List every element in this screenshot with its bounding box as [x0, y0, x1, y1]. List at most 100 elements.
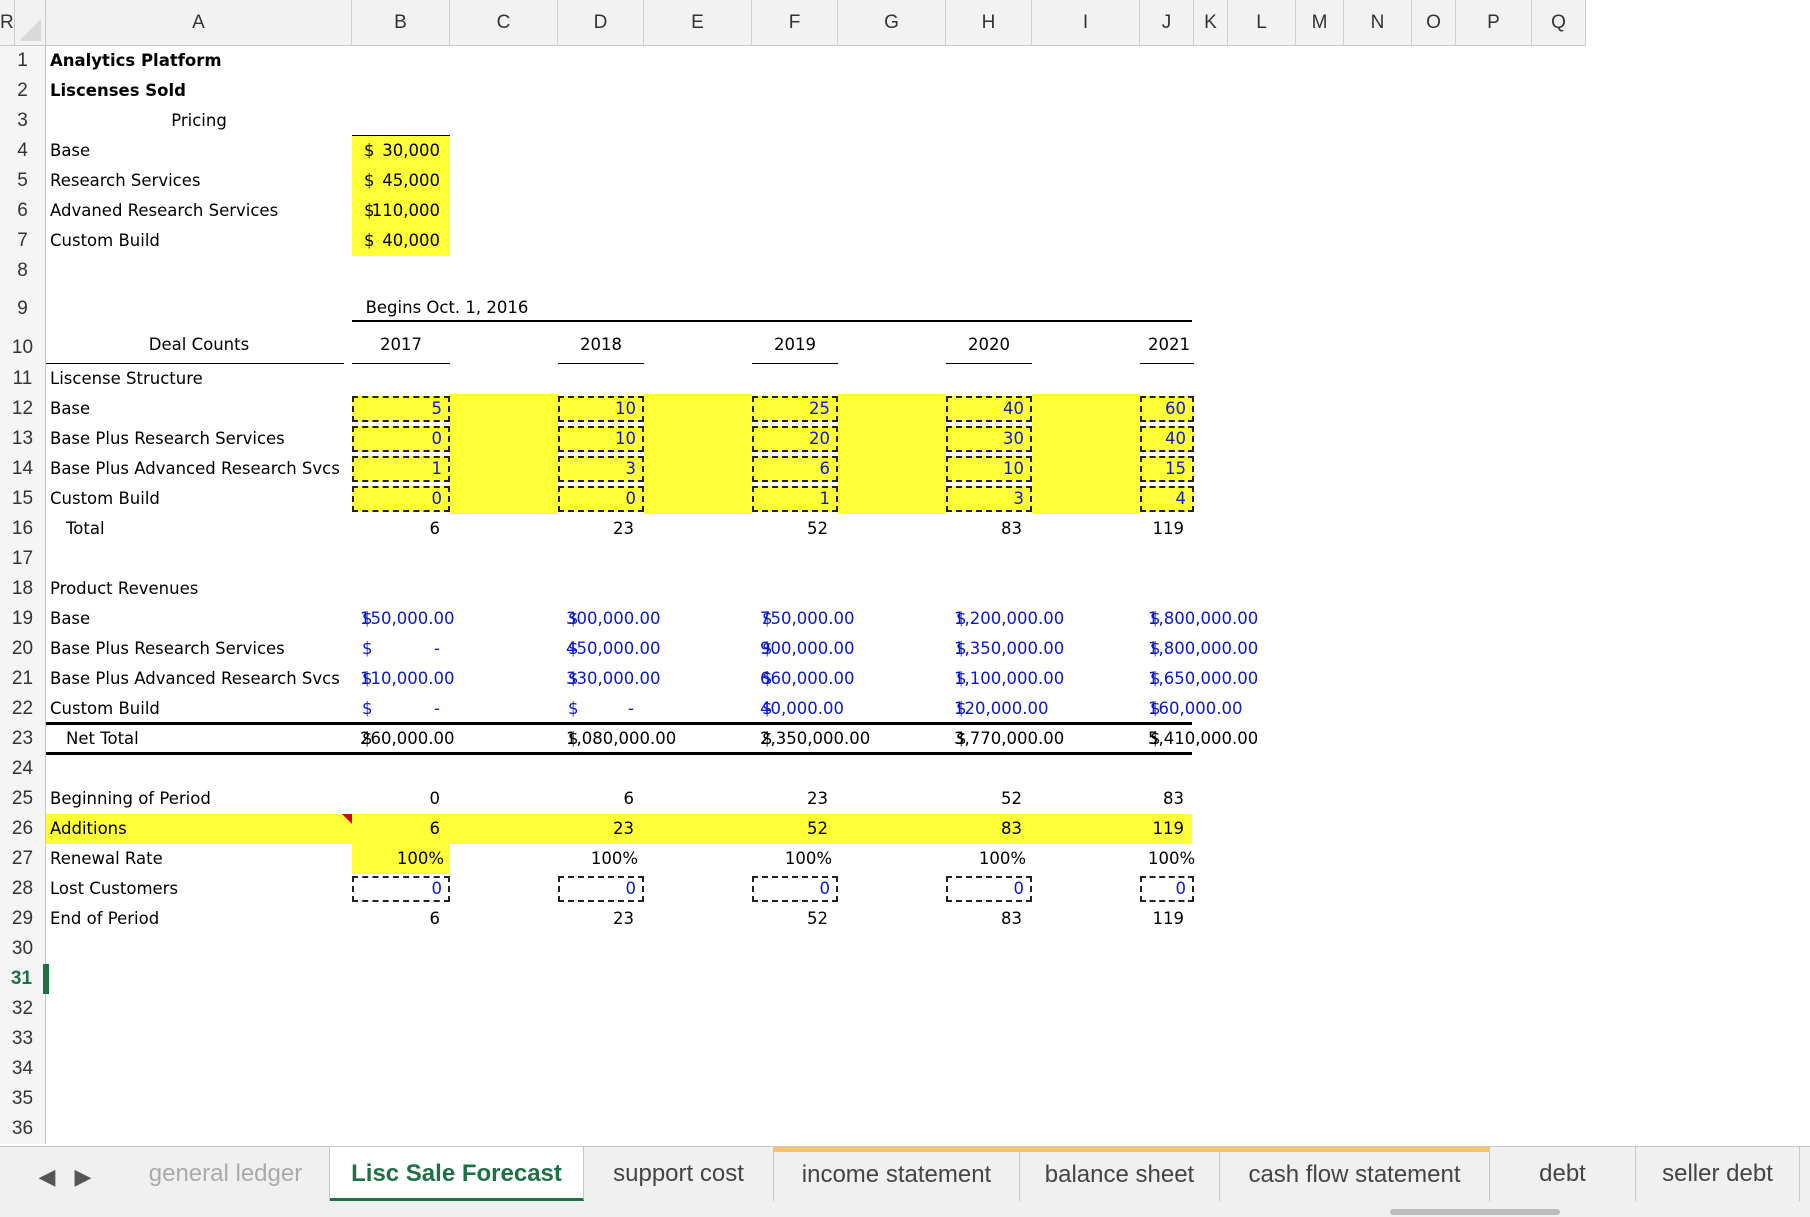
revenue-value[interactable]: 1,650,000.00 — [1140, 664, 1258, 694]
revenue-value[interactable]: 750,000.00 — [752, 604, 854, 634]
beginning-value[interactable]: 23 — [752, 784, 838, 814]
row-header-4[interactable]: 4 — [0, 136, 46, 166]
row-header-28[interactable]: 28 — [0, 874, 46, 904]
pricing-header[interactable]: Pricing — [46, 106, 352, 136]
column-header-h[interactable]: H — [946, 0, 1032, 46]
net-total-value[interactable]: 260,000.00 — [352, 724, 454, 754]
pricing-label[interactable]: Advaned Research Services — [46, 196, 352, 226]
renewal-rate-value[interactable]: 100% — [352, 844, 450, 874]
license-structure-label[interactable]: Liscense Structure — [46, 364, 352, 394]
row-header-10[interactable]: 10 — [0, 322, 46, 364]
next-sheet-arrow-icon[interactable]: ▶ — [66, 1161, 100, 1195]
year-header-2017[interactable]: 2017 — [352, 322, 450, 364]
row-header-29[interactable]: 29 — [0, 904, 46, 934]
deal-count-input[interactable]: 4 — [1140, 486, 1194, 512]
pricing-value[interactable]: 45,000 — [352, 166, 450, 196]
year-header-2019[interactable]: 2019 — [752, 322, 838, 364]
row-header-8[interactable]: 8 — [0, 256, 46, 286]
row-header-3[interactable]: 3 — [0, 106, 46, 136]
column-header-p[interactable]: P — [1456, 0, 1532, 46]
deal-row-label[interactable]: Base Plus Research Services — [46, 424, 352, 454]
row-header-35[interactable]: 35 — [0, 1084, 46, 1114]
row-header-25[interactable]: 25 — [0, 784, 46, 814]
additions-value[interactable]: 6 — [352, 814, 450, 844]
row-header-17[interactable]: 17 — [0, 544, 46, 574]
revenue-value[interactable]: 40,000.00 — [752, 694, 844, 724]
end-of-period-label[interactable]: End of Period — [46, 904, 352, 934]
product-revenues-header[interactable]: Product Revenues — [46, 574, 352, 604]
horizontal-scrollbar[interactable] — [1390, 1209, 1560, 1215]
revenue-value[interactable]: 110,000.00 — [352, 664, 454, 694]
renewal-rate-value[interactable]: 100% — [558, 844, 644, 874]
spreadsheet-grid[interactable]: A B C D E F G H I J K L M N O P Q R 1 2 3 4 5 6 7 8 9 10 11 12 13 14 15 1… — [0, 0, 1810, 1216]
row-header-36[interactable]: 36 — [0, 1114, 46, 1144]
revenue-value[interactable]: - — [558, 694, 644, 724]
beginning-value[interactable]: 0 — [352, 784, 450, 814]
column-header-q[interactable]: Q — [1532, 0, 1586, 46]
revenue-value[interactable]: 1,200,000.00 — [946, 604, 1064, 634]
pricing-label[interactable]: Base — [46, 136, 352, 166]
additions-value[interactable]: 119 — [1140, 814, 1194, 844]
revenue-value[interactable]: 1,350,000.00 — [946, 634, 1064, 664]
title-cell[interactable]: Analytics Platform — [46, 46, 352, 76]
end-of-period-value[interactable]: 6 — [352, 904, 450, 934]
row-header-33[interactable]: 33 — [0, 1024, 46, 1054]
active-cell-cursor[interactable] — [46, 964, 49, 994]
deal-count-input[interactable]: 20 — [752, 426, 838, 452]
tab-general-ledger[interactable]: general ledger — [122, 1147, 330, 1201]
additions-label[interactable]: Additions — [46, 814, 352, 844]
deal-count-input[interactable]: 0 — [352, 486, 450, 512]
revenue-value[interactable]: 300,000.00 — [558, 604, 660, 634]
row-header-22[interactable]: 22 — [0, 694, 46, 724]
tab-support-cost[interactable]: support cost — [584, 1147, 774, 1201]
column-header-l[interactable]: L — [1228, 0, 1296, 46]
deal-count-input[interactable]: 5 — [352, 396, 450, 422]
deal-count-input[interactable]: 10 — [946, 456, 1032, 482]
deal-count-input[interactable]: 10 — [558, 396, 644, 422]
additions-value[interactable]: 23 — [558, 814, 644, 844]
beginning-value[interactable]: 83 — [1140, 784, 1194, 814]
deal-row-label[interactable]: Base — [46, 394, 352, 424]
revenue-row-label[interactable]: Base Plus Research Services — [46, 634, 352, 664]
end-of-period-value[interactable]: 52 — [752, 904, 838, 934]
deal-count-input[interactable]: 1 — [352, 456, 450, 482]
column-header-e[interactable]: E — [644, 0, 752, 46]
revenue-value[interactable]: 330,000.00 — [558, 664, 660, 694]
row-header-2[interactable]: 2 — [0, 76, 46, 106]
row-header-24[interactable]: 24 — [0, 754, 46, 784]
net-total-value[interactable]: 1,080,000.00 — [558, 724, 676, 754]
pricing-label[interactable]: Custom Build — [46, 226, 352, 256]
revenue-value[interactable]: 160,000.00 — [1140, 694, 1242, 724]
tab-seller-debt[interactable]: seller debt — [1636, 1147, 1800, 1201]
deal-row-label[interactable]: Custom Build — [46, 484, 352, 514]
deal-total-value[interactable]: 52 — [752, 514, 838, 544]
revenue-value[interactable]: 900,000.00 — [752, 634, 854, 664]
tab-lisc-sale-forecast[interactable]: Lisc Sale Forecast — [330, 1147, 584, 1201]
revenue-value[interactable]: 150,000.00 — [352, 604, 454, 634]
row-header-26[interactable]: 26 — [0, 814, 46, 844]
subtitle-cell[interactable]: Liscenses Sold — [46, 76, 352, 106]
row-header-6[interactable]: 6 — [0, 196, 46, 226]
pricing-value[interactable]: 40,000 — [352, 226, 450, 256]
column-header-b[interactable]: B — [352, 0, 450, 46]
row-header-27[interactable]: 27 — [0, 844, 46, 874]
net-total-value[interactable]: 5,410,000.00 — [1140, 724, 1258, 754]
column-header-d[interactable]: D — [558, 0, 644, 46]
row-header-14[interactable]: 14 — [0, 454, 46, 484]
revenue-value[interactable]: 1,800,000.00 — [1140, 604, 1258, 634]
lost-customers-label[interactable]: Lost Customers — [46, 874, 352, 904]
deal-total-label[interactable]: Total — [46, 514, 352, 544]
pricing-label[interactable]: Research Services — [46, 166, 352, 196]
row-header-13[interactable]: 13 — [0, 424, 46, 454]
deal-count-input[interactable]: 25 — [752, 396, 838, 422]
deal-counts-header[interactable]: Deal Counts — [46, 322, 352, 364]
row-header-5[interactable]: 5 — [0, 166, 46, 196]
additions-value[interactable]: 52 — [752, 814, 838, 844]
revenue-value[interactable]: 660,000.00 — [752, 664, 854, 694]
row-header-31[interactable]: 31 — [0, 964, 46, 994]
tab-cash-flow-statement[interactable]: cash flow statement — [1220, 1147, 1490, 1201]
deal-count-input[interactable]: 3 — [946, 486, 1032, 512]
lost-customers-input[interactable]: 0 — [558, 876, 644, 902]
end-of-period-value[interactable]: 83 — [946, 904, 1032, 934]
deal-count-input[interactable]: 60 — [1140, 396, 1194, 422]
